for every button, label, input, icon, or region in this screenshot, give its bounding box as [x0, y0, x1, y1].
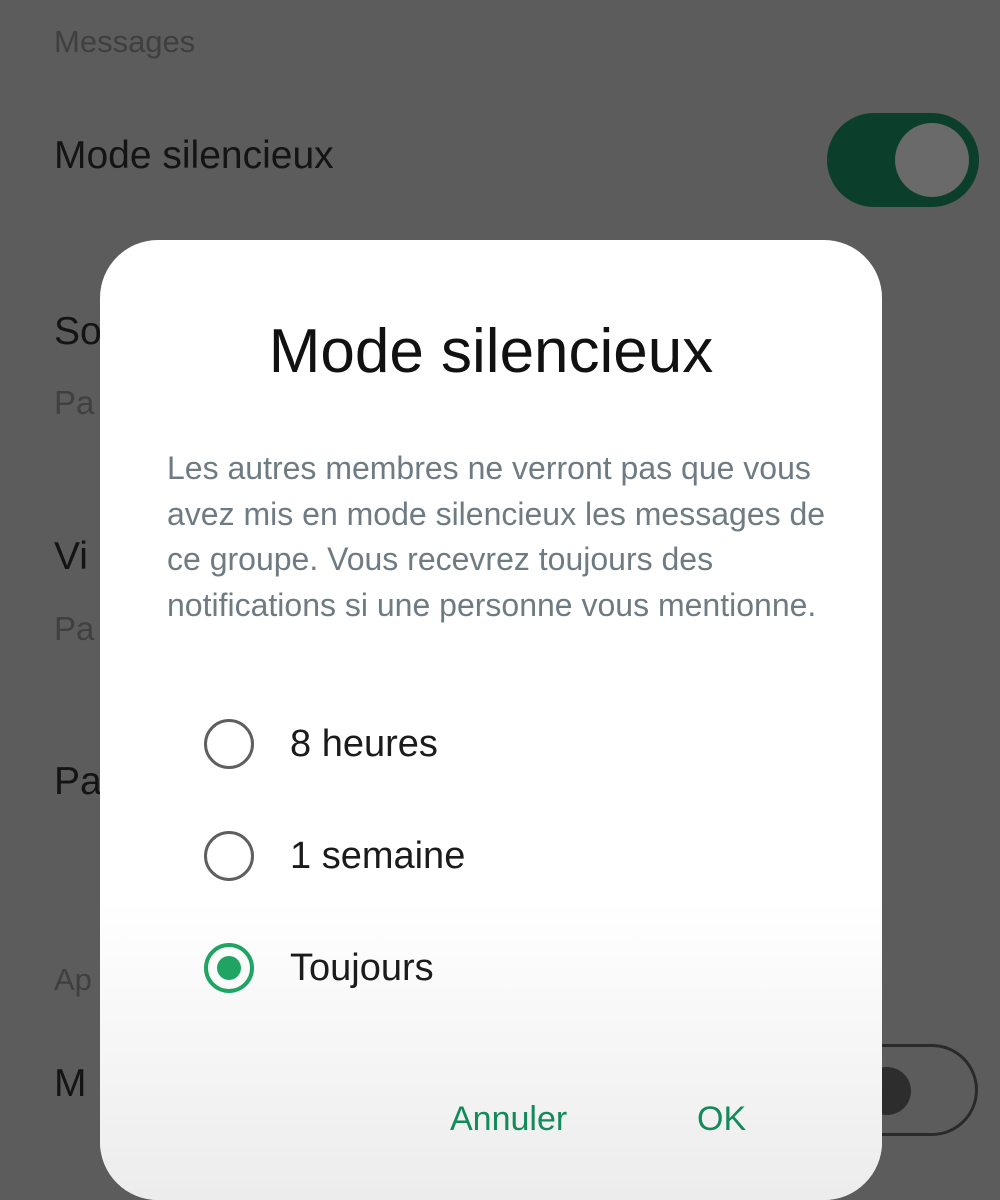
option-label: 8 heures — [290, 722, 438, 765]
option-label: 1 semaine — [290, 834, 466, 877]
dialog-message: Les autres membres ne verront pas que vo… — [167, 450, 826, 623]
setting-title-last: M — [54, 1062, 87, 1105]
radio-unchecked-icon[interactable] — [204, 831, 254, 881]
mode-silencieux-toggle[interactable] — [827, 113, 979, 207]
setting-subtitle-sound: Pa — [54, 384, 95, 421]
dialog-title: Mode silencieux — [268, 317, 714, 386]
option-1-semaine[interactable]: 1 semaine — [200, 826, 760, 886]
section-header-second: Ap — [54, 962, 92, 997]
setting-subtitle-vibration: Pa — [54, 610, 95, 647]
setting-title-other: Pa — [54, 760, 102, 803]
radio-unchecked-icon[interactable] — [204, 719, 254, 769]
setting-title-mode-silencieux: Mode silencieux — [54, 134, 334, 177]
option-toujours[interactable]: Toujours — [200, 938, 760, 998]
option-label: Toujours — [290, 946, 434, 989]
option-8-heures[interactable]: 8 heures — [200, 714, 760, 774]
setting-title-sound: So — [54, 310, 102, 353]
ok-button[interactable]: OK — [697, 1100, 746, 1139]
radio-checked-icon[interactable] — [204, 943, 254, 993]
cancel-button[interactable]: Annuler — [450, 1100, 567, 1139]
setting-title-vibration: Vi — [54, 535, 88, 578]
toggle-knob — [895, 123, 969, 197]
mode-silencieux-dialog: Mode silencieux Les autres membres ne ve… — [100, 240, 882, 1200]
section-header-messages: Messages — [54, 24, 196, 59]
